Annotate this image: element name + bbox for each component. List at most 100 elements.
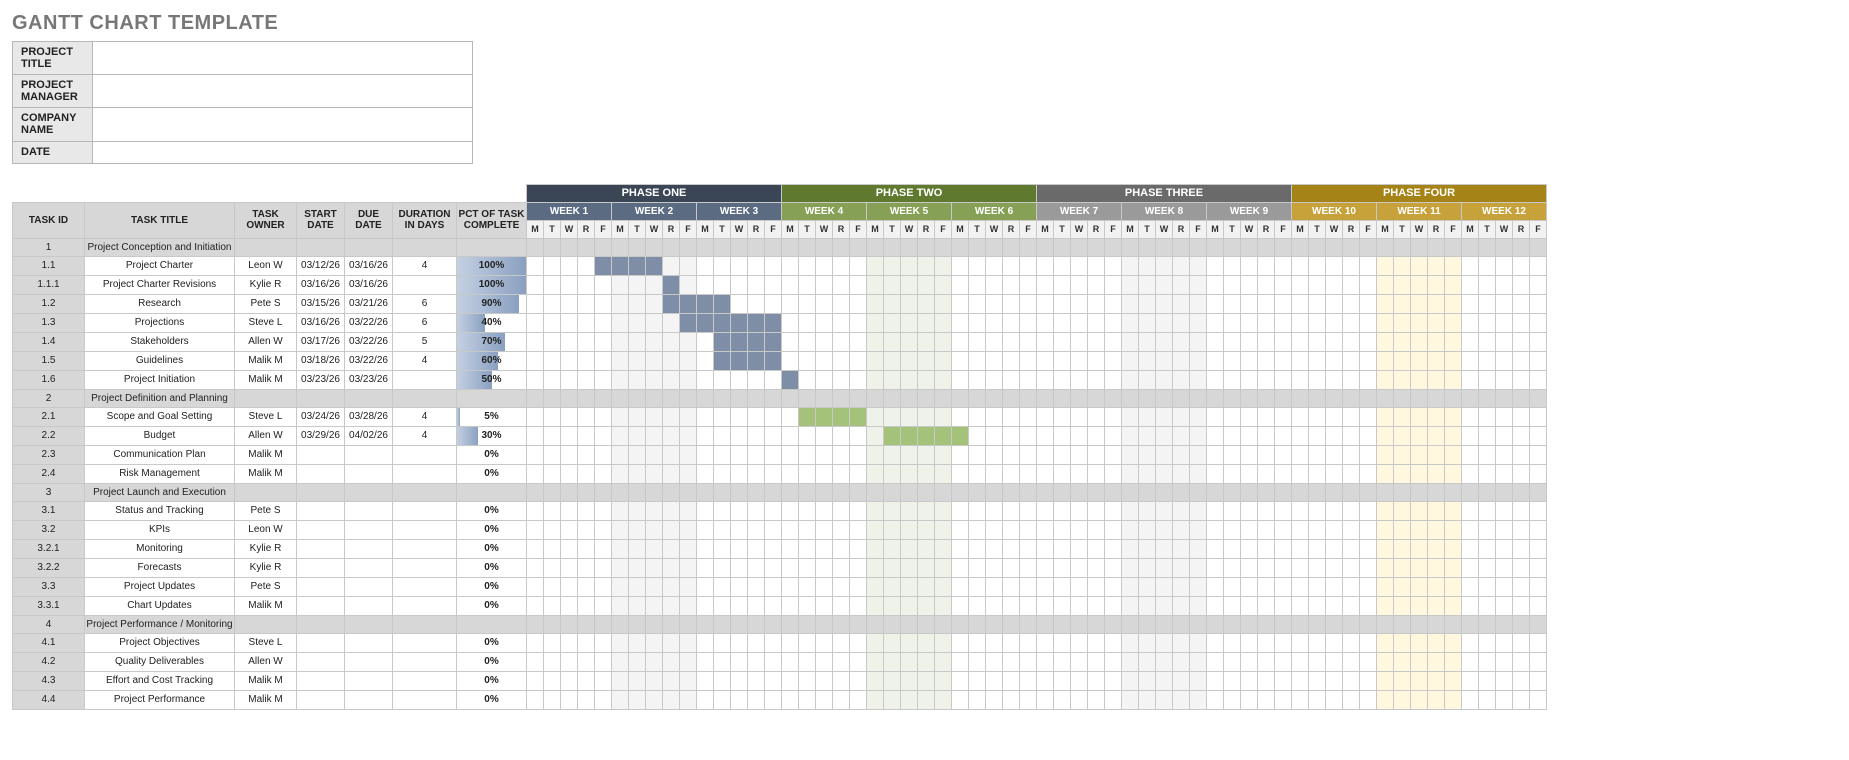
task-due-cell[interactable]: 03/28/26	[345, 407, 393, 426]
gantt-cell[interactable]	[629, 332, 646, 351]
gantt-cell[interactable]	[1496, 275, 1513, 294]
gantt-cell[interactable]	[1258, 370, 1275, 389]
gantt-cell[interactable]	[1292, 332, 1309, 351]
gantt-cell[interactable]	[680, 633, 697, 652]
task-id-cell[interactable]: 2.4	[13, 464, 85, 483]
gantt-cell[interactable]	[680, 652, 697, 671]
gantt-cell[interactable]	[748, 577, 765, 596]
gantt-cell[interactable]	[1479, 596, 1496, 615]
gantt-cell[interactable]	[901, 615, 918, 633]
gantt-cell[interactable]	[799, 389, 816, 407]
gantt-cell[interactable]	[561, 596, 578, 615]
gantt-cell[interactable]	[544, 275, 561, 294]
task-pct-cell[interactable]	[457, 389, 527, 407]
task-start-cell[interactable]	[297, 389, 345, 407]
gantt-cell[interactable]	[646, 690, 663, 709]
gantt-cell[interactable]	[799, 633, 816, 652]
gantt-cell[interactable]	[850, 577, 867, 596]
gantt-cell[interactable]	[850, 464, 867, 483]
gantt-cell[interactable]	[901, 351, 918, 370]
gantt-cell[interactable]	[884, 370, 901, 389]
gantt-cell[interactable]	[748, 445, 765, 464]
gantt-cell[interactable]	[1071, 238, 1088, 256]
gantt-cell[interactable]	[1496, 445, 1513, 464]
gantt-cell[interactable]	[629, 520, 646, 539]
task-start-cell[interactable]	[297, 577, 345, 596]
gantt-cell[interactable]	[1139, 464, 1156, 483]
gantt-cell[interactable]	[748, 483, 765, 501]
gantt-cell[interactable]	[1054, 370, 1071, 389]
gantt-cell[interactable]	[578, 332, 595, 351]
gantt-cell[interactable]	[680, 426, 697, 445]
gantt-cell[interactable]	[816, 558, 833, 577]
gantt-cell[interactable]	[1258, 596, 1275, 615]
gantt-cell[interactable]	[663, 445, 680, 464]
gantt-cell[interactable]	[1207, 445, 1224, 464]
gantt-cell[interactable]	[1309, 426, 1326, 445]
gantt-cell[interactable]	[1411, 389, 1428, 407]
gantt-cell[interactable]	[884, 389, 901, 407]
gantt-cell[interactable]	[1071, 539, 1088, 558]
gantt-cell[interactable]	[867, 275, 884, 294]
gantt-cell[interactable]	[1377, 652, 1394, 671]
gantt-cell[interactable]	[1360, 633, 1377, 652]
task-dur-cell[interactable]	[393, 652, 457, 671]
gantt-cell[interactable]	[1496, 652, 1513, 671]
gantt-cell[interactable]	[867, 351, 884, 370]
task-id-cell[interactable]: 4.1	[13, 633, 85, 652]
gantt-cell[interactable]	[1275, 238, 1292, 256]
task-due-cell[interactable]	[345, 633, 393, 652]
gantt-cell[interactable]	[1207, 351, 1224, 370]
gantt-cell[interactable]	[527, 577, 544, 596]
task-title-cell[interactable]: Forecasts	[85, 558, 235, 577]
gantt-cell[interactable]	[1207, 501, 1224, 520]
gantt-cell[interactable]	[612, 275, 629, 294]
gantt-cell[interactable]	[1054, 558, 1071, 577]
task-start-cell[interactable]	[297, 615, 345, 633]
gantt-cell[interactable]	[1224, 275, 1241, 294]
gantt-cell[interactable]	[1428, 294, 1445, 313]
gantt-cell[interactable]	[986, 256, 1003, 275]
gantt-cell[interactable]	[1037, 464, 1054, 483]
gantt-cell[interactable]	[1360, 294, 1377, 313]
gantt-cell[interactable]	[1156, 615, 1173, 633]
gantt-cell[interactable]	[646, 615, 663, 633]
gantt-cell[interactable]	[1139, 615, 1156, 633]
gantt-cell[interactable]	[799, 464, 816, 483]
gantt-cell[interactable]	[1020, 426, 1037, 445]
gantt-cell[interactable]	[1394, 407, 1411, 426]
task-start-cell[interactable]	[297, 464, 345, 483]
task-pct-cell[interactable]: 0%	[457, 445, 527, 464]
gantt-cell[interactable]	[1411, 483, 1428, 501]
gantt-cell[interactable]	[1275, 332, 1292, 351]
gantt-cell[interactable]	[680, 275, 697, 294]
gantt-cell[interactable]	[799, 238, 816, 256]
gantt-cell[interactable]	[714, 652, 731, 671]
gantt-cell[interactable]	[918, 445, 935, 464]
gantt-cell[interactable]	[1275, 539, 1292, 558]
gantt-cell[interactable]	[1190, 671, 1207, 690]
gantt-cell[interactable]	[1003, 370, 1020, 389]
gantt-cell[interactable]	[561, 652, 578, 671]
gantt-cell[interactable]	[969, 483, 986, 501]
gantt-cell[interactable]	[561, 633, 578, 652]
gantt-cell[interactable]	[1020, 332, 1037, 351]
gantt-cell[interactable]	[1479, 577, 1496, 596]
gantt-cell[interactable]	[1224, 633, 1241, 652]
gantt-cell[interactable]	[986, 332, 1003, 351]
gantt-cell[interactable]	[986, 652, 1003, 671]
gantt-cell[interactable]	[850, 501, 867, 520]
gantt-cell[interactable]	[1020, 483, 1037, 501]
gantt-cell[interactable]	[799, 671, 816, 690]
gantt-cell[interactable]	[646, 539, 663, 558]
task-due-cell[interactable]	[345, 539, 393, 558]
gantt-cell[interactable]	[1343, 520, 1360, 539]
gantt-cell[interactable]	[952, 501, 969, 520]
gantt-cell[interactable]	[731, 615, 748, 633]
gantt-cell[interactable]	[680, 539, 697, 558]
gantt-cell[interactable]	[1496, 633, 1513, 652]
gantt-cell[interactable]	[1343, 313, 1360, 332]
gantt-cell[interactable]	[816, 351, 833, 370]
gantt-cell[interactable]	[663, 256, 680, 275]
gantt-cell[interactable]	[1513, 445, 1530, 464]
